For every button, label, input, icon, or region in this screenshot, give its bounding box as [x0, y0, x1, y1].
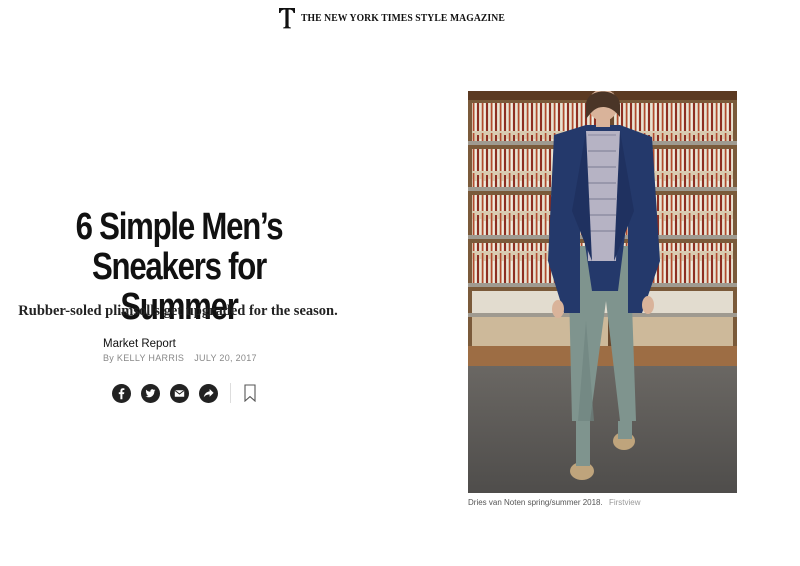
twitter-share-button[interactable] [141, 383, 160, 403]
more-share-button[interactable] [199, 383, 218, 403]
runway-photo-image [468, 91, 737, 493]
byline: By KELLY HARRIS JULY 20, 2017 [103, 353, 257, 363]
facebook-icon [118, 387, 125, 399]
email-share-button[interactable] [170, 383, 189, 403]
t-magazine-logo [278, 8, 295, 29]
facebook-share-button[interactable] [112, 383, 131, 403]
masthead-link[interactable]: THE NEW YORK TIMES STYLE MAGAZINE [278, 6, 523, 30]
masthead: THE NEW YORK TIMES STYLE MAGAZINE [0, 6, 800, 30]
section-kicker-link[interactable]: Market Report [103, 338, 176, 350]
caption-text: Dries van Noten spring/summer 2018. [468, 498, 603, 507]
publish-date: JULY 20, 2017 [194, 353, 257, 363]
article-summary: Rubber-soled plimsolls get upgraded for … [18, 303, 338, 319]
twitter-icon [145, 388, 156, 397]
author-link[interactable]: KELLY HARRIS [117, 353, 184, 363]
share-toolbar [112, 383, 257, 403]
byline-prefix: By [103, 353, 115, 363]
photo-caption: Dries van Noten spring/summer 2018. Firs… [468, 498, 641, 507]
masthead-title: THE NEW YORK TIMES STYLE MAGAZINE [300, 12, 505, 24]
share-arrow-icon [203, 388, 214, 397]
share-divider [230, 383, 231, 403]
bookmark-icon [244, 384, 256, 402]
runway-photo[interactable] [468, 91, 737, 493]
photo-credit: Firstview [608, 498, 641, 507]
email-icon [174, 389, 185, 397]
save-bookmark-button[interactable] [243, 383, 257, 403]
